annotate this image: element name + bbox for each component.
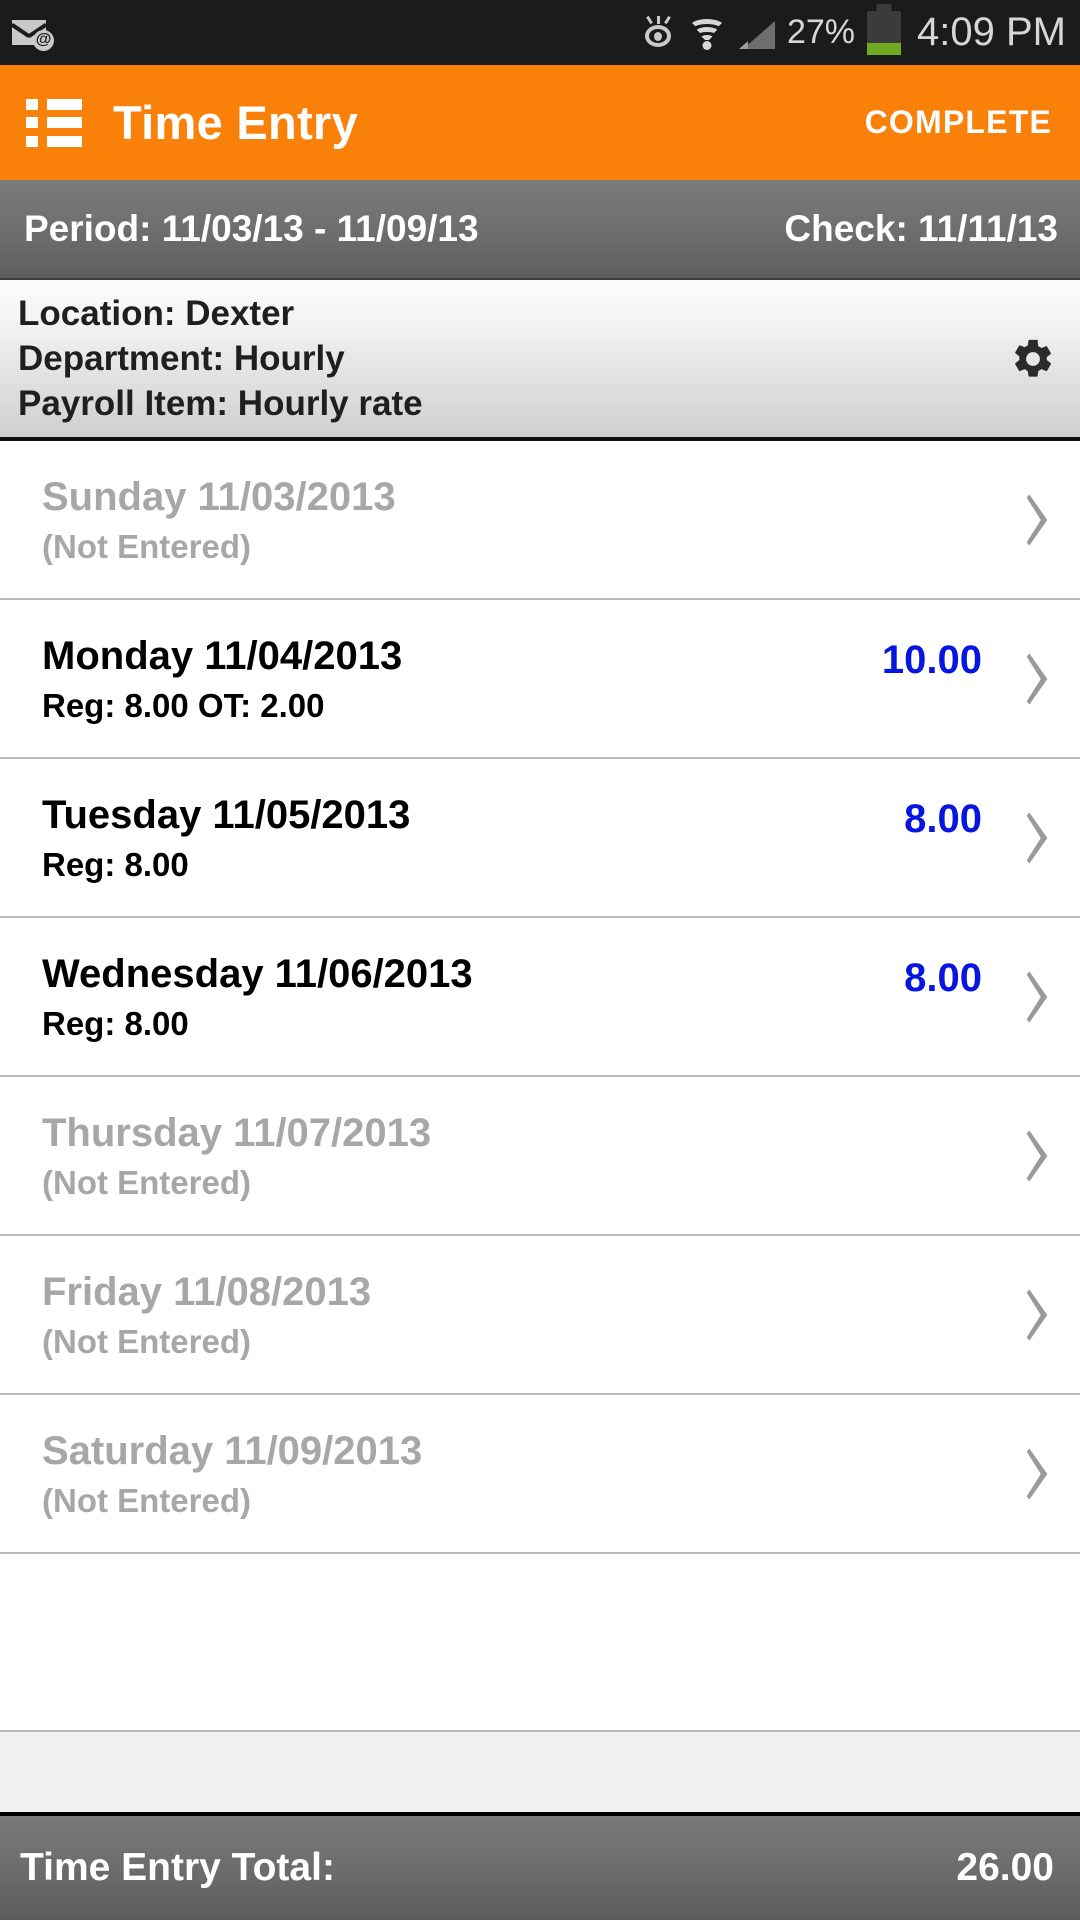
- chevron-right-icon[interactable]: [1016, 966, 1058, 1028]
- info-panel[interactable]: Location: Dexter Department: Hourly Payr…: [0, 280, 1080, 441]
- table-row[interactable]: Friday 11/08/2013 (Not Entered): [0, 1236, 1080, 1395]
- page-title: Time Entry: [113, 96, 359, 149]
- day-detail-label: (Not Entered): [42, 1322, 251, 1360]
- day-name-label: Tuesday 11/05/2013: [42, 792, 411, 837]
- day-detail-label: (Not Entered): [42, 1481, 251, 1519]
- table-row[interactable]: Saturday 11/09/2013 (Not Entered): [0, 1395, 1080, 1554]
- location-label: Location: Dexter: [18, 293, 295, 333]
- battery-icon: [867, 3, 902, 55]
- status-bar-right: 27% 4:09 PM: [641, 3, 1066, 55]
- total-value: 26.00: [956, 1846, 1054, 1889]
- chevron-right-icon[interactable]: [1016, 1443, 1058, 1505]
- day-row-text: Saturday 11/09/2013 (Not Entered): [42, 1430, 422, 1518]
- info-panel-lines: Location: Dexter Department: Hourly Payr…: [18, 294, 423, 424]
- day-row-text: Monday 11/04/2013 Reg: 8.00 OT: 2.00: [42, 635, 402, 723]
- day-hours-value: 8.00: [904, 956, 982, 1000]
- complete-button[interactable]: COMPLETE: [861, 94, 1056, 151]
- chevron-right-icon[interactable]: [1016, 648, 1058, 710]
- day-hours-value: 10.00: [881, 638, 982, 682]
- battery-percent-label: 27%: [786, 13, 856, 51]
- status-bar: @ 27% 4:09 PM: [0, 0, 1080, 65]
- list-bottom-filler: [0, 1730, 1080, 1816]
- cellular-signal-icon: [738, 17, 775, 49]
- payroll-item-label: Payroll Item: Hourly rate: [18, 383, 423, 423]
- day-name-label: Friday 11/08/2013: [42, 1269, 372, 1314]
- day-name-label: Wednesday 11/06/2013: [42, 951, 473, 996]
- chevron-right-icon[interactable]: [1016, 1284, 1058, 1346]
- action-bar: Time Entry COMPLETE: [0, 65, 1080, 180]
- table-row[interactable]: Sunday 11/03/2013 (Not Entered): [0, 441, 1080, 600]
- day-hours-value: 8.00: [904, 797, 982, 841]
- list-menu-icon[interactable]: [26, 98, 82, 147]
- table-row[interactable]: Wednesday 11/06/2013 Reg: 8.00 8.00: [0, 918, 1080, 1077]
- day-name-label: Thursday 11/07/2013: [42, 1110, 432, 1155]
- day-detail-label: Reg: 8.00 OT: 2.00: [42, 686, 325, 724]
- gear-icon[interactable]: [1010, 336, 1056, 382]
- total-bar: Time Entry Total: 26.00: [0, 1816, 1080, 1920]
- chevron-right-icon[interactable]: [1016, 1125, 1058, 1187]
- chevron-right-icon[interactable]: [1016, 807, 1058, 869]
- day-list: Sunday 11/03/2013 (Not Entered) Monday 11/…: [0, 441, 1080, 1730]
- day-detail-label: (Not Entered): [42, 1163, 251, 1201]
- table-row[interactable]: Thursday 11/07/2013 (Not Entered): [0, 1077, 1080, 1236]
- day-name-label: Monday 11/04/2013: [42, 633, 403, 678]
- period-label: Period: 11/03/13 - 11/09/13: [24, 208, 479, 249]
- check-date-label: Check: 11/11/13: [784, 208, 1058, 249]
- table-row[interactable]: Monday 11/04/2013 Reg: 8.00 OT: 2.00 10.00: [0, 600, 1080, 759]
- app-root: @ 27% 4:09 PM Time Entry COMPLETE Period…: [0, 0, 1080, 1920]
- status-bar-left: @: [12, 18, 54, 51]
- day-detail-label: Reg: 8.00: [42, 845, 189, 883]
- period-bar: Period: 11/03/13 - 11/09/13 Check: 11/11…: [0, 180, 1080, 280]
- total-label: Time Entry Total:: [20, 1846, 335, 1889]
- day-row-text: Sunday 11/03/2013 (Not Entered): [42, 476, 396, 564]
- eye-icon: [641, 15, 675, 50]
- day-name-label: Sunday 11/03/2013: [42, 474, 396, 519]
- wifi-icon: [687, 17, 727, 50]
- email-at-icon: @: [12, 18, 54, 51]
- day-detail-label: Reg: 8.00: [42, 1004, 189, 1042]
- status-bar-clock: 4:09 PM: [917, 10, 1066, 54]
- day-name-label: Saturday 11/09/2013: [42, 1428, 423, 1473]
- table-row[interactable]: Tuesday 11/05/2013 Reg: 8.00 8.00: [0, 759, 1080, 918]
- chevron-right-icon[interactable]: [1016, 489, 1058, 551]
- day-row-text: Thursday 11/07/2013 (Not Entered): [42, 1112, 431, 1200]
- day-row-text: Tuesday 11/05/2013 Reg: 8.00: [42, 794, 410, 882]
- department-label: Department: Hourly: [18, 338, 345, 378]
- day-row-text: Wednesday 11/06/2013 Reg: 8.00: [42, 953, 473, 1041]
- day-row-text: Friday 11/08/2013 (Not Entered): [42, 1271, 371, 1359]
- day-detail-label: (Not Entered): [42, 527, 251, 565]
